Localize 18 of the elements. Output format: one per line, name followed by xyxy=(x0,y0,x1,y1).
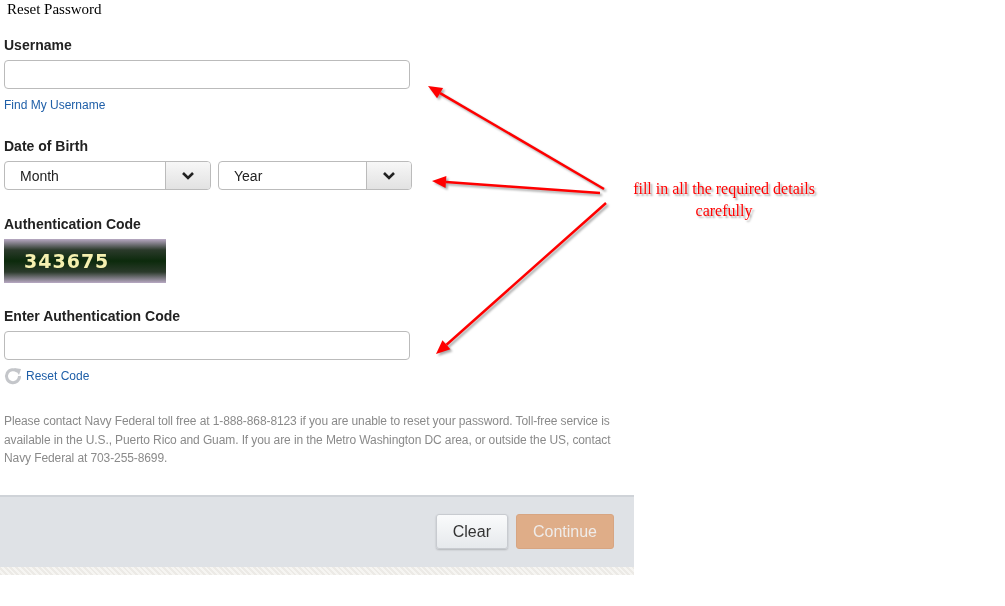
find-username-link[interactable]: Find My Username xyxy=(4,98,106,112)
field-label: Username xyxy=(4,37,72,53)
clear-button[interactable]: Clear xyxy=(435,514,508,549)
field-label: Date of Birth xyxy=(4,138,88,154)
dropdown[interactable]: Month xyxy=(4,161,211,190)
reset-code-link[interactable]: Reset Code xyxy=(26,369,90,383)
chevron-down-icon xyxy=(182,171,194,180)
annotation-text: fill in all the required details carefully xyxy=(632,179,816,222)
captcha-image: 343675 xyxy=(4,239,166,283)
dropdown[interactable]: Year xyxy=(218,161,412,190)
chevron-down-icon xyxy=(383,171,395,180)
page-title: Reset Password xyxy=(6,0,102,18)
code-field[interactable] xyxy=(4,331,410,360)
field-label: Enter Authentication Code xyxy=(4,308,181,324)
help-text: Please contact Navy Federal toll free at 1-888-868-8123 if you are unable to reset your password. Toll-free service is available in the U.S., Puerto Rico and Guam. If you are in the Metro Washington DC area, or outside the US, contact Navy Federal at 703-255-8699. xyxy=(3,413,612,467)
field-label: Authentication Code xyxy=(4,216,141,232)
refresh-icon[interactable] xyxy=(4,367,22,385)
username-field[interactable] xyxy=(4,60,410,89)
